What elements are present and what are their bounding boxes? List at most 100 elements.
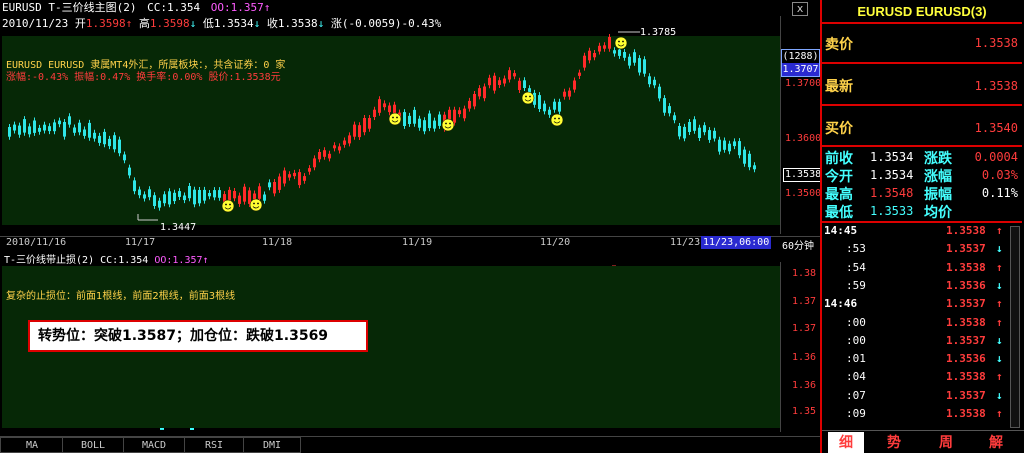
- tick-list[interactable]: 14:45 1.3538 ↑:53 1.3537 ↓:54 1.3538 ↑:59 1.353…: [824, 224, 1010, 424]
- tab-dmi[interactable]: DMI: [243, 437, 301, 453]
- stat-label: 今开: [825, 168, 853, 184]
- period-label[interactable]: 60分钟: [782, 237, 814, 252]
- quote-panel-title: EURUSD EURUSD(3): [857, 4, 987, 19]
- sub-axis-tick: 1.37: [792, 296, 817, 307]
- panel-tab-analysis[interactable]: 解: [978, 432, 1014, 453]
- sub-cc-value: CC:1.354: [100, 255, 149, 266]
- tab-ma[interactable]: MA: [0, 437, 64, 453]
- tick-row: :04 1.3538 ↑: [824, 370, 1010, 388]
- last-label: 最新: [825, 78, 853, 94]
- down-arrow-icon: ↓: [996, 388, 1003, 402]
- tab-macd[interactable]: MACD: [123, 437, 185, 453]
- tick-time: :07: [846, 388, 866, 402]
- stat-value: 1.3534: [870, 168, 914, 182]
- smiley-eye: [618, 40, 620, 43]
- tab-boll[interactable]: BOLL: [62, 437, 124, 453]
- smiley-eye: [229, 203, 231, 206]
- sub-chart-note: 复杂的止损位：前面1根线，前面2根线，前面3根线: [6, 291, 236, 302]
- stats-row: 最低 1.3533 均价: [824, 202, 1022, 220]
- chart-low-label: 1.3447: [160, 222, 197, 233]
- tick-row: :54 1.3538 ↑: [824, 261, 1010, 279]
- current-price-marker: 1.3538: [783, 168, 824, 182]
- badge-count: (1288): [782, 51, 819, 62]
- tick-time: :01: [846, 352, 866, 366]
- tick-row: :59 1.3536 ↓: [824, 279, 1010, 297]
- stat-label: 前收: [825, 150, 853, 166]
- tick-time: :54: [846, 260, 866, 274]
- up-arrow-icon: ↑: [996, 407, 1003, 420]
- axis-tick-13600: 1.3600: [785, 133, 822, 144]
- smiley-eye: [396, 116, 398, 119]
- stat-label: 振幅: [924, 186, 952, 202]
- price-badge: (1288) 1.3707: [781, 49, 820, 77]
- tick-price: 1.3537: [946, 333, 986, 347]
- time-label: 11/23: [670, 237, 701, 248]
- smiley-eye: [225, 203, 227, 206]
- axis-tick-13700: 1.3700: [785, 78, 822, 89]
- tick-price: 1.3536: [946, 278, 986, 292]
- up-arrow-icon: ↑: [996, 297, 1003, 311]
- down-arrow-icon: ↓: [996, 242, 1003, 256]
- smiley-icon: [614, 36, 628, 50]
- tick-price: 1.3538: [946, 315, 986, 329]
- tick-row: :00 1.3537 ↓: [824, 334, 1010, 352]
- sub-axis-tick: 1.38: [792, 268, 817, 279]
- sub-axis-tick: 1.37: [792, 323, 817, 334]
- stat-label: 最高: [825, 186, 853, 202]
- tick-price: 1.3537: [946, 242, 986, 256]
- smiley-eye: [449, 122, 451, 125]
- smiley-icon: [550, 113, 564, 127]
- smiley-eye: [554, 117, 556, 120]
- badge-price: 1.3707: [782, 63, 819, 76]
- stat-label: 涨跌: [924, 150, 952, 166]
- chart-high-label: 1.3785: [640, 27, 677, 38]
- panel-tab-week[interactable]: 周: [928, 432, 964, 453]
- stat-value: 0.0004: [974, 150, 1018, 164]
- smiley-eye: [558, 117, 560, 120]
- smiley-icon: [521, 91, 535, 105]
- stats-row: 最高 1.3548 振幅 0.11%: [824, 184, 1022, 202]
- up-arrow-icon: ↑: [996, 315, 1003, 329]
- stat-value: 0.03%: [981, 168, 1018, 182]
- sell-label: 卖价: [825, 36, 853, 52]
- stats-row: 今开 1.3534 涨幅 0.03%: [824, 166, 1022, 184]
- tick-time: :09: [846, 407, 866, 420]
- quote-divider: [822, 221, 1022, 223]
- tick-list-scrollbar[interactable]: [1010, 226, 1020, 428]
- time-label: 11/19: [402, 237, 433, 248]
- tick-time: 14:46: [824, 297, 858, 311]
- up-arrow-icon: ↑: [996, 260, 1003, 274]
- time-label: 11/18: [262, 237, 293, 248]
- tick-time: 14:45: [824, 224, 858, 237]
- quote-divider: [822, 22, 1022, 24]
- smiley-icon: [388, 112, 402, 126]
- tick-price: 1.3538: [946, 407, 986, 420]
- last-value: 1.3538: [974, 79, 1018, 93]
- stat-value: 1.3548: [870, 186, 914, 200]
- smiley-eye: [445, 122, 447, 125]
- signal-callout: 转势位：突破1.3587；加仓位：跌破1.3569: [28, 320, 368, 352]
- tick-row: :09 1.3538 ↑: [824, 407, 1010, 425]
- panel-tab-trend[interactable]: 势: [876, 432, 912, 453]
- stat-label: 均价: [924, 204, 952, 220]
- tick-price: 1.3537: [946, 297, 986, 311]
- smiley-icon: [441, 118, 455, 132]
- stats-row: 前收 1.3534 涨跌 0.0004: [824, 148, 1022, 166]
- down-arrow-icon: ↓: [996, 333, 1003, 347]
- smiley-eye: [253, 202, 255, 205]
- tab-rsi[interactable]: RSI: [184, 437, 244, 453]
- panel-tab-detail[interactable]: 细: [828, 432, 864, 453]
- tick-price: 1.3538: [946, 224, 986, 237]
- tick-row: 14:45 1.3538 ↑: [824, 224, 1010, 242]
- sell-value: 1.3538: [974, 36, 1018, 50]
- time-label: 11/20: [540, 237, 571, 248]
- up-arrow-icon: ↑: [202, 255, 209, 266]
- down-arrow-icon: ↓: [996, 278, 1003, 292]
- tick-time: :00: [846, 333, 866, 347]
- stats-grid: 前收 1.3534 涨跌 0.0004 今开 1.3534 涨幅 0.03% 最…: [824, 148, 1022, 220]
- quote-divider: [822, 104, 1022, 106]
- smiley-icon: [221, 199, 235, 213]
- tick-row: :53 1.3537 ↓: [824, 242, 1010, 260]
- down-arrow-icon: ↓: [996, 352, 1003, 366]
- tick-time: :00: [846, 315, 866, 329]
